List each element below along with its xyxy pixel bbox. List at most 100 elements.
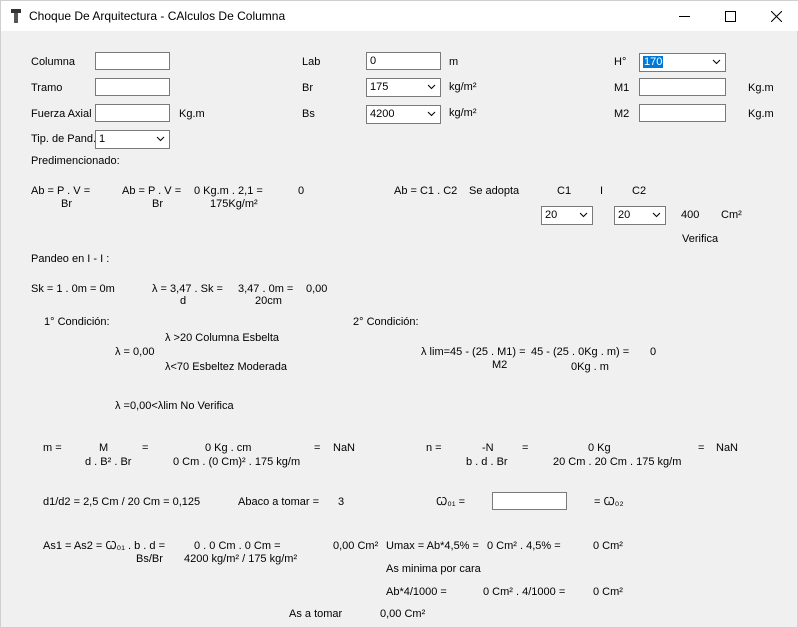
ab-formula-2: Ab = P . V = — [122, 185, 182, 197]
c2-value: 20 — [618, 209, 631, 221]
as1-numerator-value: 0 . 0 Cm . 0 Cm = — [194, 540, 281, 552]
lambda-denominator: 20cm — [255, 295, 282, 307]
br-value: 175 — [370, 81, 389, 93]
verifica-label: Verifica — [682, 233, 719, 245]
lambda-lim-m2: M2 — [492, 359, 508, 371]
br-select[interactable]: 175 — [366, 78, 441, 97]
as-tomar-value: 0,00 Cm² — [380, 608, 426, 620]
fuerza-unit: Kg.m — [179, 108, 205, 120]
tip-pand-value: 1 — [99, 133, 106, 145]
br-unit: kg/m² — [449, 81, 477, 93]
omega-equals: = Ꞷ₀₂ — [594, 496, 624, 508]
m1-input[interactable] — [639, 78, 726, 96]
pandeo-label: Pandeo en I - I : — [31, 253, 110, 265]
maximize-button[interactable] — [707, 1, 753, 31]
tip-pand-select[interactable]: 1 — [95, 130, 170, 149]
area-unit: Cm² — [721, 209, 742, 221]
h-value: 170 — [643, 56, 664, 68]
lab-unit: m — [449, 56, 459, 68]
c2-label: C2 — [632, 185, 647, 197]
as1-denominator-value: 4200 kg/m² / 175 kg/m² — [184, 553, 298, 565]
n-numerator-value: 0 Kg — [588, 442, 611, 454]
condition-2-label: 2° Condición: — [353, 316, 419, 328]
n-denominator-value: 20 Cm . 20 Cm . 175 kg/m — [553, 456, 682, 468]
m-denominator: d . B² . Br — [85, 456, 132, 468]
m-numerator-value: 0 Kg . cm — [205, 442, 252, 454]
m-denominator-value: 0 Cm . (0 Cm)² . 175 kg/m — [173, 456, 301, 468]
h-label: H° — [614, 56, 627, 68]
m-equals-2: = — [314, 442, 321, 454]
m-eq: m = — [43, 442, 62, 454]
bs-select[interactable]: 4200 — [366, 105, 441, 124]
c2-select[interactable]: 20 — [614, 206, 666, 225]
lambda-lim-formula: λ lim=45 - (25 . M1) = — [421, 346, 526, 358]
c-separator: I — [600, 185, 604, 197]
chevron-down-icon — [427, 111, 436, 117]
se-adopta: Se adopta — [469, 185, 520, 197]
umax-value: 0 Cm² . 4,5% = — [487, 540, 561, 552]
as1-formula: As1 = As2 = Ꞷ₀₁ . b . d = — [43, 540, 165, 552]
app-window: Choque De Arquitectura - CAlculos De Col… — [0, 0, 798, 628]
lambda-formula: λ = 3,47 . Sk = — [152, 283, 223, 295]
title-bar: Choque De Arquitectura - CAlculos De Col… — [1, 1, 798, 31]
lambda-d: d — [180, 295, 187, 307]
area-value: 400 — [681, 209, 700, 221]
d1d2-formula: d1/d2 = 2,5 Cm / 20 Cm = 0,125 — [43, 496, 201, 508]
m1-unit: Kg.m — [748, 82, 774, 94]
n-denominator: b . d . Br — [466, 456, 508, 468]
tip-pand-label: Tip. de Pand. — [31, 133, 97, 145]
bs-label: Bs — [302, 108, 315, 120]
as-tomar-label: As a tomar — [289, 608, 343, 620]
chevron-down-icon — [156, 136, 165, 142]
chevron-down-icon — [652, 212, 661, 218]
chevron-down-icon — [427, 84, 436, 90]
m-result: NaN — [333, 442, 356, 454]
moderada-text: λ<70 Esbeltez Moderada — [165, 361, 287, 373]
lambda-lim-numerator: 45 - (25 . 0Kg . m) = — [531, 346, 630, 358]
omega-input[interactable] — [492, 492, 567, 510]
m2-input[interactable] — [639, 104, 726, 122]
app-icon — [11, 9, 21, 23]
h-select[interactable]: 170 — [639, 53, 726, 72]
br-label: Br — [302, 82, 313, 94]
as1-result: 0,00 Cm² — [333, 540, 379, 552]
minimize-button[interactable] — [661, 1, 707, 31]
as1-denominator: Bs/Br — [136, 553, 163, 565]
bs-value: 4200 — [370, 108, 395, 120]
ab-value: 0 Kg.m . 2,1 = — [194, 185, 263, 197]
m1-label: M1 — [614, 82, 630, 94]
tramo-input[interactable] — [95, 78, 170, 96]
close-button[interactable] — [753, 1, 798, 31]
m-equals-1: = — [142, 442, 149, 454]
ab4-value: 0 Cm² . 4/1000 = — [483, 586, 566, 598]
m2-unit: Kg.m — [748, 108, 774, 120]
ab-br-1: Br — [61, 198, 72, 210]
no-verifica-text: λ =0,00<λlim No Verifica — [115, 400, 234, 412]
minimize-icon — [678, 15, 690, 17]
fuerza-axial-input[interactable] — [95, 104, 170, 122]
ab-result: 0 — [298, 185, 305, 197]
ab-br-2: Br — [152, 198, 163, 210]
chevron-down-icon — [579, 212, 588, 218]
as-minima-label: As minima por cara — [386, 563, 481, 575]
columna-label: Columna — [31, 56, 76, 68]
window-title: Choque De Arquitectura - CAlculos De Col… — [29, 9, 286, 23]
lambda-result: 0,00 — [306, 283, 328, 295]
c1-select[interactable]: 20 — [541, 206, 593, 225]
predim-label: Predimencionado: — [31, 155, 120, 167]
n-result: NaN — [716, 442, 739, 454]
chevron-down-icon — [712, 59, 721, 65]
columna-input[interactable] — [95, 52, 170, 70]
lambda-lim-result: 0 — [650, 346, 657, 358]
lab-input[interactable]: 0 — [366, 52, 441, 70]
ab-c1c2: Ab = C1 . C2 — [394, 185, 458, 197]
c1-value: 20 — [545, 209, 558, 221]
lab-label: Lab — [302, 56, 321, 68]
n-eq: n = — [426, 442, 442, 454]
abaco-label: Abaco a tomar = — [238, 496, 320, 508]
close-icon — [770, 10, 782, 22]
umax-result: 0 Cm² — [593, 540, 623, 552]
n-equals-1: = — [522, 442, 529, 454]
ab4-formula: Ab*4/1000 = — [386, 586, 447, 598]
m-numerator: M — [99, 442, 109, 454]
